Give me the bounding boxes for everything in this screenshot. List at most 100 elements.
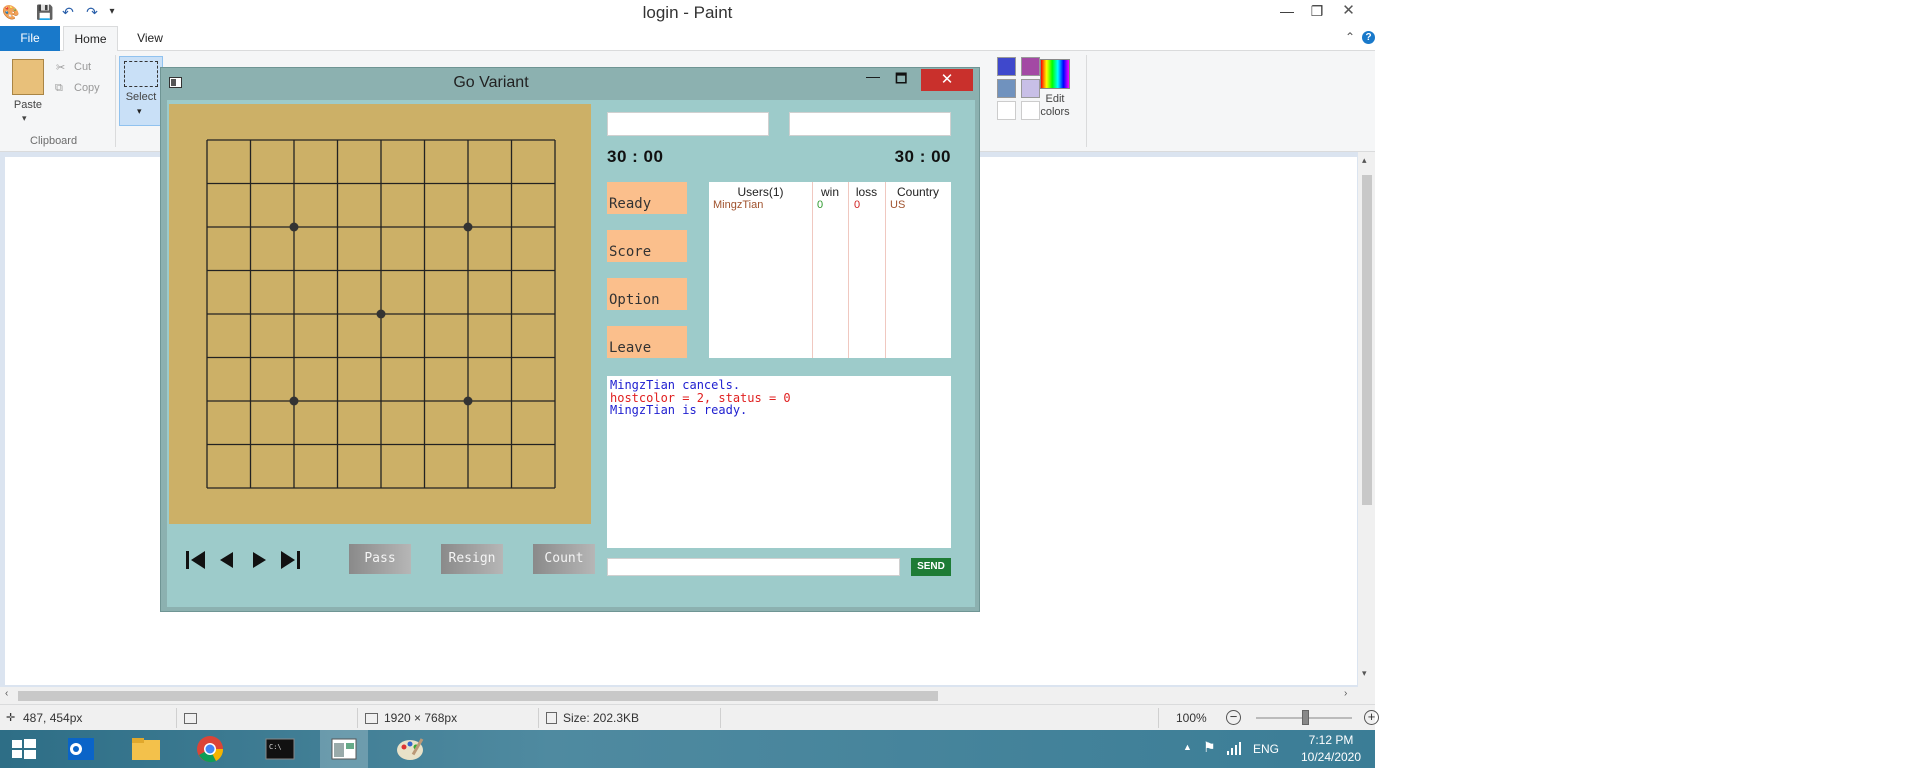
- selection-size-icon: [184, 713, 197, 724]
- windows-start-icon[interactable]: [0, 730, 48, 768]
- status-divider: [357, 708, 358, 728]
- chrome-icon[interactable]: [186, 730, 234, 768]
- help-icon[interactable]: ?: [1362, 31, 1375, 44]
- count-button[interactable]: Count: [533, 544, 595, 574]
- go-board[interactable]: [169, 104, 591, 524]
- star-point: [289, 396, 299, 406]
- go-maximize-icon[interactable]: 🗖: [895, 70, 907, 92]
- country-column-header[interactable]: Country: [885, 185, 951, 199]
- select-label: Select: [125, 91, 157, 103]
- go-variant-app-icon[interactable]: [320, 730, 368, 768]
- status-divider: [720, 708, 721, 728]
- edit-colors-label[interactable]: Edit colors: [1030, 93, 1080, 119]
- resign-button[interactable]: Resign: [441, 544, 503, 574]
- color-swatch[interactable]: [997, 57, 1016, 76]
- send-button[interactable]: SEND: [911, 558, 951, 576]
- vertical-scroll-thumb[interactable]: [1362, 175, 1372, 505]
- paste-dropdown-icon[interactable]: ▾: [22, 113, 27, 124]
- image-dimensions: 1920 × 768px: [384, 711, 458, 725]
- scroll-up-icon[interactable]: ▴: [1362, 155, 1367, 166]
- score-button[interactable]: Score: [607, 230, 687, 262]
- file-size: Size: 202.3KB: [563, 711, 640, 725]
- star-point: [376, 309, 386, 319]
- leave-button[interactable]: Leave: [607, 326, 687, 358]
- first-move-icon[interactable]: [183, 548, 207, 572]
- cursor-position: 487, 454px: [23, 711, 83, 725]
- select-dropdown-icon: ▾: [137, 106, 142, 116]
- go-variant-window: Go Variant — 🗖 ✕ 30 : 00 30 : 00 Ready S…: [160, 67, 980, 612]
- zoom-in-icon[interactable]: +: [1364, 710, 1379, 725]
- next-move-icon[interactable]: [249, 548, 269, 572]
- column-divider: [812, 182, 813, 358]
- last-move-icon[interactable]: [279, 548, 303, 572]
- copy-icon[interactable]: ⧉: [55, 82, 63, 95]
- player1-timer: 30 : 00: [607, 147, 664, 166]
- file-explorer-icon[interactable]: [122, 730, 170, 768]
- chat-input[interactable]: [607, 558, 900, 576]
- edit-colors-icon[interactable]: [1040, 59, 1070, 89]
- copy-label[interactable]: Copy: [74, 82, 100, 94]
- show-hidden-icons[interactable]: ▲: [1183, 742, 1192, 752]
- player2-timer: 30 : 00: [894, 147, 951, 166]
- pass-button[interactable]: Pass: [349, 544, 411, 574]
- previous-move-icon[interactable]: [217, 548, 237, 572]
- scroll-left-icon[interactable]: ‹: [5, 688, 8, 699]
- color-swatch[interactable]: [1021, 57, 1040, 76]
- minimize-icon[interactable]: —: [1272, 0, 1302, 22]
- player1-name-field[interactable]: [607, 112, 769, 136]
- go-board-grid[interactable]: [169, 104, 591, 524]
- scroll-right-icon[interactable]: ›: [1344, 688, 1347, 699]
- action-center-flag-icon[interactable]: ⚑: [1203, 739, 1216, 756]
- color-swatch[interactable]: [997, 101, 1016, 120]
- outlook-icon[interactable]: [58, 730, 106, 768]
- network-icon[interactable]: [1226, 740, 1242, 759]
- minimize-ribbon-icon[interactable]: ⌃: [1345, 30, 1355, 44]
- player2-name-field[interactable]: [789, 112, 951, 136]
- go-close-icon[interactable]: ✕: [921, 69, 973, 91]
- group-divider: [1086, 55, 1087, 147]
- cursor-position-icon: ✛: [6, 712, 16, 724]
- tab-home[interactable]: Home: [63, 26, 118, 52]
- clipboard-group-label: Clipboard: [30, 135, 78, 147]
- cut-icon[interactable]: ✂: [56, 61, 65, 74]
- tab-file[interactable]: File: [0, 26, 60, 51]
- horizontal-scroll-thumb[interactable]: [18, 691, 938, 701]
- loss-column-header[interactable]: loss: [848, 185, 885, 199]
- zoom-out-icon[interactable]: −: [1226, 710, 1241, 725]
- cut-label[interactable]: Cut: [74, 61, 91, 73]
- select-icon: [124, 61, 158, 87]
- user-country-cell: US: [890, 199, 906, 211]
- star-point: [463, 396, 473, 406]
- paste-label[interactable]: Paste: [8, 99, 48, 111]
- status-divider: [538, 708, 539, 728]
- close-icon[interactable]: ✕: [1322, 0, 1375, 22]
- go-minimize-icon[interactable]: —: [866, 68, 880, 84]
- option-button[interactable]: Option: [607, 278, 687, 310]
- select-button[interactable]: Select ▾: [119, 56, 163, 126]
- chat-log[interactable]: MingzTian cancels. hostcolor = 2, status…: [607, 376, 951, 548]
- ribbon-tabs: File Home View ⌃ ?: [0, 26, 1375, 52]
- chat-message: MingzTian is ready.: [610, 403, 748, 417]
- disk-icon: [546, 712, 557, 724]
- win-column-header[interactable]: win: [812, 185, 848, 199]
- scroll-down-icon[interactable]: ▾: [1362, 668, 1367, 679]
- command-prompt-icon[interactable]: C:\: [256, 730, 304, 768]
- paint-icon[interactable]: [388, 730, 436, 768]
- paste-icon[interactable]: [12, 59, 44, 95]
- star-point: [289, 222, 299, 232]
- clock-time[interactable]: 7:12 PM: [1296, 733, 1366, 747]
- users-column-header[interactable]: Users(1): [709, 185, 812, 199]
- zoom-level: 100%: [1176, 711, 1207, 725]
- users-table[interactable]: Users(1) win loss Country MingzTian 0 0 …: [709, 182, 951, 358]
- language-indicator[interactable]: ENG: [1253, 742, 1279, 756]
- status-divider: [176, 708, 177, 728]
- ready-button[interactable]: Ready: [607, 182, 687, 214]
- user-loss-cell: 0: [854, 199, 861, 211]
- user-name-cell[interactable]: MingzTian: [713, 199, 763, 211]
- go-variant-titlebar[interactable]: Go Variant — 🗖 ✕: [161, 68, 979, 98]
- clock-date[interactable]: 10/24/2020: [1296, 750, 1366, 764]
- color-swatch[interactable]: [997, 79, 1016, 98]
- chat-message: MingzTian cancels.: [610, 378, 741, 392]
- zoom-slider-handle[interactable]: [1302, 710, 1309, 725]
- tab-view[interactable]: View: [125, 26, 175, 51]
